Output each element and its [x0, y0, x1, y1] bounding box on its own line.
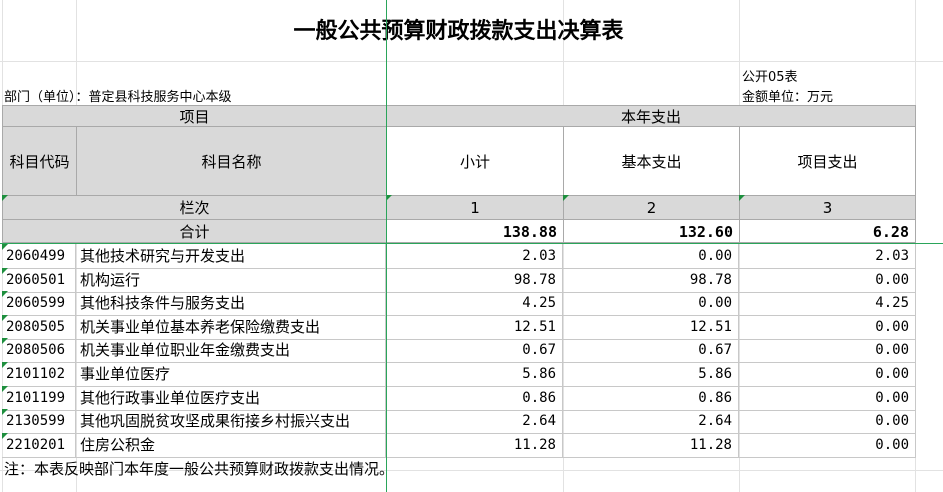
table-row: 2101102 事业单位医疗 5.86 5.86 0.00 [2, 362, 916, 387]
comment-marker [563, 195, 569, 201]
header-basic[interactable]: 基本支出 [563, 126, 740, 196]
row-code[interactable]: 2080506 [2, 338, 76, 362]
comment-marker [2, 433, 8, 439]
department-label: 部门（单位）：普定县科技服务中心本级 [4, 90, 232, 104]
table-row: 2060599 其他科技条件与服务支出 4.25 0.00 4.25 [2, 291, 916, 316]
comment-marker [2, 268, 8, 274]
comment-marker [2, 362, 8, 368]
row-subtotal[interactable]: 11.28 [386, 433, 563, 457]
header-name[interactable]: 科目名称 [76, 126, 387, 196]
table-row: 2210201 住房公积金 11.28 11.28 0.00 [2, 433, 916, 458]
row-basic[interactable]: 0.00 [563, 244, 739, 268]
row-name[interactable]: 住房公积金 [76, 433, 386, 457]
total-project[interactable]: 6.28 [739, 219, 916, 243]
row-project[interactable]: 0.00 [739, 386, 916, 410]
row-code[interactable]: 2130599 [2, 409, 76, 433]
row-project[interactable]: 0.00 [739, 362, 916, 386]
row-subtotal[interactable]: 98.78 [386, 268, 563, 292]
row-basic[interactable]: 98.78 [563, 268, 739, 292]
total-label[interactable]: 合计 [2, 219, 387, 243]
row-subtotal[interactable]: 0.67 [386, 338, 563, 362]
column-index-label[interactable]: 栏次 [2, 195, 387, 220]
row-basic[interactable]: 2.64 [563, 409, 739, 433]
footnote: 注：本表反映部门本年度一般公共预算财政拨款支出情况。 [4, 460, 395, 478]
row-project[interactable]: 2.03 [739, 244, 916, 268]
row-name[interactable]: 其他行政事业单位医疗支出 [76, 386, 386, 410]
row-subtotal[interactable]: 5.86 [386, 362, 563, 386]
row-project[interactable]: 0.00 [739, 268, 916, 292]
gridline [0, 61, 943, 62]
comment-marker [2, 291, 8, 297]
row-subtotal[interactable]: 2.03 [386, 244, 563, 268]
table-row: 2101199 其他行政事业单位医疗支出 0.86 0.86 0.00 [2, 386, 916, 411]
row-code[interactable]: 2060599 [2, 291, 76, 315]
row-name[interactable]: 事业单位医疗 [76, 362, 386, 386]
row-name[interactable]: 其他科技条件与服务支出 [76, 291, 386, 315]
table-row: 2060499 其他技术研究与开发支出 2.03 0.00 2.03 [2, 244, 916, 269]
row-basic[interactable]: 0.86 [563, 386, 739, 410]
row-subtotal[interactable]: 4.25 [386, 291, 563, 315]
row-name[interactable]: 机构运行 [76, 268, 386, 292]
column-index-3[interactable]: 3 [739, 195, 916, 220]
row-name[interactable]: 其他技术研究与开发支出 [76, 244, 386, 268]
row-basic[interactable]: 5.86 [563, 362, 739, 386]
comment-marker [739, 195, 745, 201]
form-code: 公开05表 [742, 70, 798, 84]
row-name[interactable]: 机关事业单位职业年金缴费支出 [76, 338, 386, 362]
row-code[interactable]: 2060499 [2, 244, 76, 268]
row-project[interactable]: 0.00 [739, 409, 916, 433]
row-project[interactable]: 4.25 [739, 291, 916, 315]
row-basic[interactable]: 0.67 [563, 338, 739, 362]
total-basic[interactable]: 132.60 [563, 219, 740, 243]
row-project[interactable]: 0.00 [739, 338, 916, 362]
row-subtotal[interactable]: 0.86 [386, 386, 563, 410]
column-index-2[interactable]: 2 [563, 195, 740, 220]
row-project[interactable]: 0.00 [739, 315, 916, 339]
page-title: 一般公共预算财政拨款支出决算表 [293, 19, 624, 44]
row-project[interactable]: 0.00 [739, 433, 916, 457]
row-basic[interactable]: 0.00 [563, 291, 739, 315]
row-code[interactable]: 2210201 [2, 433, 76, 457]
header-code[interactable]: 科目代码 [2, 126, 77, 196]
row-name[interactable]: 其他巩固脱贫攻坚成果衔接乡村振兴支出 [76, 409, 386, 433]
table-row: 2080506 机关事业单位职业年金缴费支出 0.67 0.67 0.00 [2, 338, 916, 363]
comment-marker [2, 315, 8, 321]
spreadsheet: 一般公共预算财政拨款支出决算表 公开05表 金额单位：万元 部门（单位）：普定县… [0, 0, 943, 492]
comment-marker [2, 338, 8, 344]
row-code[interactable]: 2101102 [2, 362, 76, 386]
row-basic[interactable]: 12.51 [563, 315, 739, 339]
table-row: 2080505 机关事业单位基本养老保险缴费支出 12.51 12.51 0.00 [2, 315, 916, 340]
row-subtotal[interactable]: 12.51 [386, 315, 563, 339]
header-subtotal[interactable]: 小计 [386, 126, 564, 196]
row-name[interactable]: 机关事业单位基本养老保险缴费支出 [76, 315, 386, 339]
total-subtotal[interactable]: 138.88 [386, 219, 564, 243]
row-code[interactable]: 2060501 [2, 268, 76, 292]
row-code[interactable]: 2080505 [2, 315, 76, 339]
comment-marker [2, 195, 8, 201]
selection-row-line [0, 243, 943, 244]
header-project[interactable]: 项目支出 [739, 126, 916, 196]
comment-marker [2, 244, 8, 250]
table-row: 2130599 其他巩固脱贫攻坚成果衔接乡村振兴支出 2.64 2.64 0.00 [2, 409, 916, 434]
header-item[interactable]: 项目 [2, 105, 387, 127]
header-current-year[interactable]: 本年支出 [386, 105, 916, 127]
unit-label: 金额单位：万元 [742, 90, 834, 104]
table-row: 2060501 机构运行 98.78 98.78 0.00 [2, 268, 916, 293]
row-code[interactable]: 2101199 [2, 386, 76, 410]
row-basic[interactable]: 11.28 [563, 433, 739, 457]
comment-marker [2, 386, 8, 392]
comment-marker [2, 409, 8, 415]
selection-column-line [386, 0, 387, 492]
row-subtotal[interactable]: 2.64 [386, 409, 563, 433]
column-index-1[interactable]: 1 [386, 195, 564, 220]
